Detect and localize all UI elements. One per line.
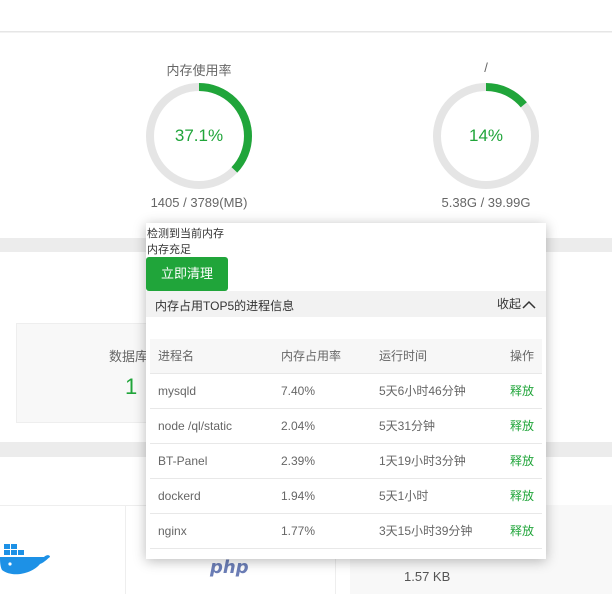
column-header: 进程名 — [158, 349, 195, 363]
release-link[interactable]: 释放 — [510, 409, 534, 444]
column-header: 运行时间 — [379, 349, 428, 363]
gauge-value: 37.1% — [174, 126, 224, 145]
process-mem: 1.77% — [281, 524, 316, 538]
release-link[interactable]: 释放 — [510, 444, 534, 479]
software-size: 1.57 KB — [404, 569, 451, 584]
gauge-ring: 37.1% — [142, 79, 256, 193]
gauge-title: 内存使用率 — [166, 63, 232, 78]
memory-detect-text: 检测到当前内存 — [147, 228, 224, 240]
process-name: dockerd — [158, 489, 201, 503]
memory-popup: 检测到当前内存 内存充足 立即清理 内存占用TOP5的进程信息 收起 进程名 内… — [146, 223, 546, 559]
table-row: node /ql/static 2.04% 5天31分钟 释放 — [150, 409, 542, 444]
process-info-title: 内存占用TOP5的进程信息 — [155, 299, 295, 313]
gauge-detail: 5.38G / 39.99G — [441, 195, 531, 210]
process-mem: 7.40% — [281, 384, 316, 398]
gauge-detail: 1405 / 3789(MB) — [150, 195, 248, 210]
stats-panel: 内存使用率 37.1% 1405 / 3789(MB) / 14% 5.38G … — [0, 33, 612, 238]
table-row: nginx 1.77% 3天15小时39分钟 释放 — [150, 514, 542, 549]
docker-icon[interactable] — [0, 542, 50, 582]
process-name: mysqld — [158, 384, 197, 398]
process-name: node /ql/static — [158, 419, 233, 433]
process-time: 5天31分钟 — [379, 419, 436, 433]
database-card-count[interactable]: 1 — [125, 374, 137, 400]
collapse-label: 收起 — [496, 297, 521, 311]
chevron-up-icon — [522, 300, 536, 309]
column-header: 内存占用率 — [281, 349, 342, 363]
process-mem: 2.39% — [281, 454, 316, 468]
process-table: 进程名 内存占用率 运行时间 操作 mysqld 7.40% 5天6小时46分钟… — [150, 339, 542, 549]
php-logo[interactable]: php — [210, 557, 249, 578]
memory-status-text: 内存充足 — [147, 244, 191, 256]
database-card-title: 数据库 — [109, 349, 149, 364]
release-link[interactable]: 释放 — [510, 514, 534, 549]
release-link[interactable]: 释放 — [510, 374, 534, 409]
table-row: dockerd 1.94% 5天1小时 释放 — [150, 479, 542, 514]
process-info-header: 内存占用TOP5的进程信息 收起 — [146, 291, 546, 317]
process-mem: 1.94% — [281, 489, 316, 503]
process-time: 5天6小时46分钟 — [379, 384, 466, 398]
process-name: nginx — [158, 524, 187, 538]
table-row: BT-Panel 2.39% 1天19小时3分钟 释放 — [150, 444, 542, 479]
gauge-ring: 14% — [429, 79, 543, 193]
release-link[interactable]: 释放 — [510, 479, 534, 514]
table-row: mysqld 7.40% 5天6小时46分钟 释放 — [150, 374, 542, 409]
column-header: 操作 — [510, 349, 535, 363]
top-bar — [0, 0, 612, 32]
gauge-value: 14% — [468, 126, 504, 145]
gauge-title: / — [484, 60, 488, 75]
process-time: 3天15小时39分钟 — [379, 524, 473, 538]
collapse-link[interactable]: 收起 — [497, 295, 536, 312]
table-header-row: 进程名 内存占用率 运行时间 操作 — [150, 339, 542, 374]
process-mem: 2.04% — [281, 419, 316, 433]
process-time: 1天19小时3分钟 — [379, 454, 466, 468]
divider — [125, 505, 126, 594]
clean-now-button[interactable]: 立即清理 — [146, 257, 228, 291]
process-name: BT-Panel — [158, 454, 208, 468]
process-time: 5天1小时 — [379, 489, 429, 503]
